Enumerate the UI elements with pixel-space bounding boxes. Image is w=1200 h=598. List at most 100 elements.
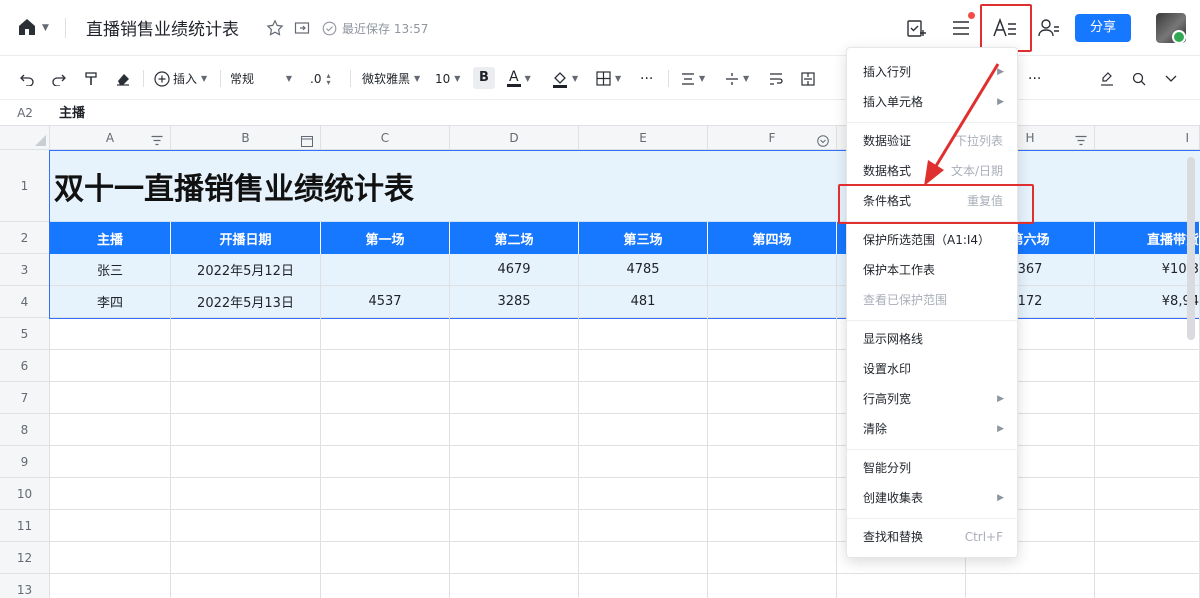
empty-cell[interactable] [708,574,837,598]
empty-cell[interactable] [708,542,837,574]
empty-cell[interactable] [50,446,171,478]
empty-cell[interactable] [579,510,708,542]
empty-cell[interactable] [708,414,837,446]
empty-cell[interactable] [171,542,321,574]
menu-item-watermark[interactable]: 设置水印 [847,354,1019,384]
table-cell[interactable]: 4679 [450,254,579,286]
empty-cell[interactable] [450,478,579,510]
menu-item-clear[interactable]: 清除 ▶ [847,414,1019,444]
column-header-d[interactable]: D [450,126,579,150]
row-header[interactable]: 2 [0,222,50,254]
undo-icon[interactable] [20,57,34,100]
empty-cell[interactable] [708,446,837,478]
empty-cell[interactable] [966,574,1095,598]
empty-cell[interactable] [50,318,171,350]
empty-cell[interactable] [321,414,450,446]
header-cell[interactable]: 第二场 [450,222,579,254]
font-size-select[interactable]: 10 ▼ [435,57,460,100]
empty-cell[interactable] [579,350,708,382]
borders-button[interactable]: ▼ [596,57,621,100]
empty-cell[interactable] [450,510,579,542]
filter-icon-h[interactable] [1075,132,1087,146]
star-icon[interactable] [265,18,285,38]
empty-cell[interactable] [708,478,837,510]
menu-item-find-replace[interactable]: 查找和替换 Ctrl+F [847,522,1019,552]
decimal-stepper[interactable]: .0 ▴ ▾ [310,57,332,100]
empty-cell[interactable] [50,542,171,574]
number-format-select[interactable]: 常规 ▼ [230,57,292,100]
empty-cell[interactable] [171,446,321,478]
cell-reference[interactable]: A2 [0,101,50,126]
empty-cell[interactable] [1095,382,1200,414]
table-cell[interactable]: 4785 [579,254,708,286]
empty-cell[interactable] [450,446,579,478]
empty-cell[interactable] [321,382,450,414]
row-header[interactable]: 8 [0,414,50,446]
valign-button[interactable]: ▼ [725,57,749,100]
empty-cell[interactable] [579,542,708,574]
header-cell[interactable]: 第三场 [579,222,708,254]
table-cell[interactable]: 2022年5月13日 [171,286,321,318]
empty-cell[interactable] [450,350,579,382]
move-icon[interactable] [293,19,311,37]
empty-cell[interactable] [50,350,171,382]
empty-cell[interactable] [708,350,837,382]
empty-cell[interactable] [321,446,450,478]
select-all-corner[interactable] [0,126,50,150]
empty-cell[interactable] [1095,350,1200,382]
empty-cell[interactable] [50,414,171,446]
empty-cell[interactable] [579,478,708,510]
row-header[interactable]: 6 [0,350,50,382]
empty-cell[interactable] [579,446,708,478]
menu-item-insert-cell[interactable]: 插入单元格 ▶ [847,87,1019,117]
empty-cell[interactable] [1095,542,1200,574]
empty-cell[interactable] [50,478,171,510]
empty-cell[interactable] [171,350,321,382]
formula-input[interactable]: 主播 [59,101,85,126]
empty-cell[interactable] [708,318,837,350]
wrap-text-icon[interactable] [769,57,783,100]
calendar-icon[interactable] [301,132,313,147]
table-cell[interactable] [708,254,837,286]
empty-cell[interactable] [1095,510,1200,542]
more-options-icon-2[interactable]: ··· [1028,57,1041,100]
table-cell[interactable]: ¥8,94 [1095,286,1200,318]
empty-cell[interactable] [450,382,579,414]
empty-cell[interactable] [321,318,450,350]
menu-item-protect-range[interactable]: 保护所选范围（A1:I4） [847,225,1019,255]
empty-cell[interactable] [321,574,450,598]
column-header-i[interactable]: I [1095,126,1200,150]
header-cell[interactable]: 主播 [50,222,171,254]
menu-icon[interactable] [950,17,972,39]
empty-cell[interactable] [708,382,837,414]
table-cell[interactable] [708,286,837,318]
user-icon[interactable] [1037,16,1061,40]
redo-icon[interactable] [52,57,66,100]
empty-cell[interactable] [321,542,450,574]
table-cell[interactable]: ¥10,3 [1095,254,1200,286]
menu-item-data-validation[interactable]: 数据验证 下拉列表 [847,126,1019,156]
cleaning-tool-icon[interactable] [1099,57,1115,100]
table-cell[interactable]: 张三 [50,254,171,286]
menu-item-data-format[interactable]: 数据格式 文本/日期 [847,156,1019,186]
empty-cell[interactable] [579,382,708,414]
empty-cell[interactable] [50,510,171,542]
row-header[interactable]: 7 [0,382,50,414]
merge-cells-icon[interactable] [801,57,815,100]
row-header[interactable]: 1 [0,150,50,222]
menu-item-smart-split[interactable]: 智能分列 [847,453,1019,483]
menu-item-row-col-size[interactable]: 行高列宽 ▶ [847,384,1019,414]
menu-item-create-form[interactable]: 创建收集表 ▶ [847,483,1019,513]
font-family-select[interactable]: 微软雅黑 ▼ [362,57,420,100]
empty-cell[interactable] [171,574,321,598]
empty-cell[interactable] [450,574,579,598]
header-cell[interactable]: 第四场 [708,222,837,254]
empty-cell[interactable] [50,574,171,598]
table-cell[interactable]: 481 [579,286,708,318]
fill-color-button[interactable]: ▼ [552,57,578,100]
empty-cell[interactable] [1095,478,1200,510]
row-header[interactable]: 12 [0,542,50,574]
more-options-icon[interactable]: ··· [640,57,653,100]
row-header[interactable]: 10 [0,478,50,510]
header-cell[interactable]: 直播带货 [1095,222,1200,254]
